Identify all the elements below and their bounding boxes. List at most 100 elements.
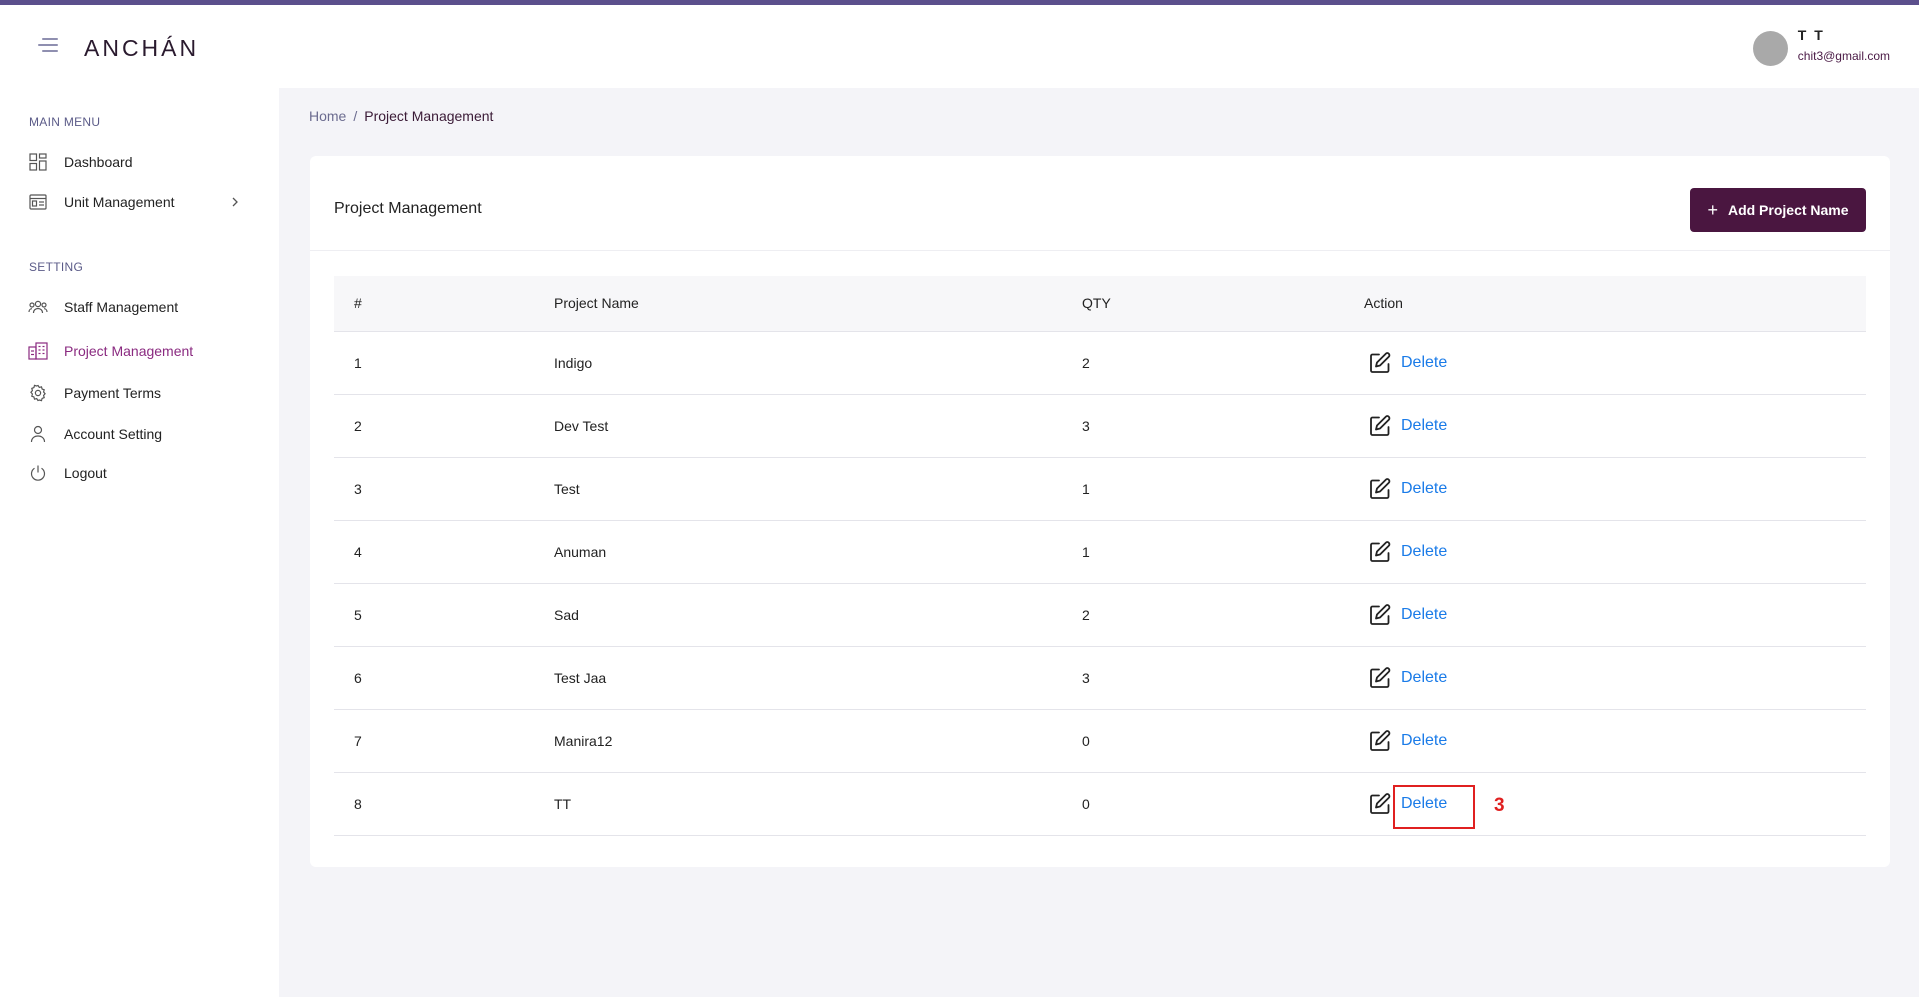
page-title: Project Management [334,200,482,217]
row-number: 7 [334,709,554,773]
project-icon [28,341,48,361]
table-header-row: # Project Name QTY Action [334,276,1866,332]
row-action: Delete 3 [1364,772,1866,836]
row-project-name: Manira12 [554,709,1082,773]
column-header-action: Action [1364,276,1866,332]
sidebar-item-label: Project Management [64,343,194,359]
unit-icon [28,192,48,212]
breadcrumb-home-link[interactable]: Home [309,108,346,124]
edit-icon[interactable] [1368,414,1392,438]
sidebar-item-staff-management[interactable]: Staff Management [28,294,253,320]
edit-icon[interactable] [1368,477,1392,501]
delete-link[interactable]: Delete [1401,543,1447,560]
row-qty: 0 [1082,709,1364,773]
row-action: Delete [1364,520,1866,584]
dashboard-icon [28,152,48,172]
column-header-project-name: Project Name [554,276,1082,332]
sidebar-item-project-management[interactable]: Project Management [28,338,253,364]
row-project-name: Anuman [554,520,1082,584]
row-action: Delete [1364,583,1866,647]
row-number: 1 [334,331,554,395]
edit-icon[interactable] [1368,792,1392,816]
user-name: T T [1797,27,1825,43]
sidebar-item-account-setting[interactable]: Account Setting [28,421,253,447]
add-project-label: Add Project Name [1727,202,1849,218]
table-row: 4 Anuman 1 Delete [334,520,1866,584]
row-qty: 0 [1082,772,1364,836]
breadcrumb: Home / Project Management [309,108,493,124]
delete-link[interactable]: Delete [1401,480,1447,497]
user-profile[interactable]: T T chit3@gmail.com [1752,25,1890,66]
row-project-name: Indigo [554,331,1082,395]
user-icon [28,424,48,444]
main-content: Home / Project Management Project Manage… [279,88,1919,997]
row-project-name: Test [554,457,1082,521]
edit-icon[interactable] [1368,729,1392,753]
hamburger-menu-icon[interactable] [38,38,60,54]
card-divider [310,250,1890,251]
delete-link[interactable]: Delete [1401,417,1447,434]
sidebar-item-unit-management[interactable]: Unit Management [28,189,253,215]
edit-icon[interactable] [1368,351,1392,375]
gear-icon [28,383,48,403]
column-header-qty: QTY [1082,276,1364,332]
row-project-name: Test Jaa [554,646,1082,710]
chevron-right-icon [227,194,243,210]
row-number: 2 [334,394,554,458]
project-card: Project Management + Add Project Name # … [310,156,1890,867]
table-row: 8 TT 0 Delete 3 [334,772,1866,836]
row-qty: 1 [1082,457,1364,521]
column-header-number: # [334,276,554,332]
row-qty: 3 [1082,394,1364,458]
sidebar-item-label: Logout [64,465,107,481]
annotation-label: 3 [1494,794,1505,816]
row-action: Delete [1364,646,1866,710]
breadcrumb-separator: / [353,108,358,124]
sidebar-item-label: Dashboard [64,154,133,170]
row-action: Delete [1364,709,1866,773]
sidebar: MAIN MENU Dashboard Unit Management SETT… [0,88,279,997]
edit-icon[interactable] [1368,603,1392,627]
row-action: Delete [1364,457,1866,521]
sidebar-item-logout[interactable]: Logout [28,460,253,486]
row-qty: 3 [1082,646,1364,710]
sidebar-item-label: Unit Management [64,194,175,210]
delete-link[interactable]: Delete [1401,795,1447,812]
staff-icon [28,297,48,317]
header: ANCHÁN T T chit3@gmail.com [0,5,1919,88]
row-project-name: Dev Test [554,394,1082,458]
breadcrumb-current: Project Management [364,108,494,124]
delete-link[interactable]: Delete [1401,669,1447,686]
row-number: 6 [334,646,554,710]
row-action: Delete [1364,331,1866,395]
sidebar-item-payment-terms[interactable]: Payment Terms [28,380,253,406]
row-number: 4 [334,520,554,584]
row-project-name: Sad [554,583,1082,647]
row-action: Delete [1364,394,1866,458]
row-qty: 2 [1082,583,1364,647]
delete-link[interactable]: Delete [1401,606,1447,623]
add-project-button[interactable]: + Add Project Name [1690,188,1866,232]
edit-icon[interactable] [1368,540,1392,564]
row-qty: 1 [1082,520,1364,584]
avatar[interactable] [1752,31,1788,66]
user-email: chit3@gmail.com [1797,49,1890,63]
plus-icon: + [1707,199,1718,220]
table-row: 1 Indigo 2 Delete [334,331,1866,395]
table-row: 2 Dev Test 3 Delete [334,394,1866,458]
logo[interactable]: ANCHÁN [84,35,199,62]
table-row: 3 Test 1 Delete [334,457,1866,521]
sidebar-item-dashboard[interactable]: Dashboard [28,149,253,175]
delete-link[interactable]: Delete [1401,732,1447,749]
row-project-name: TT [554,772,1082,836]
power-icon [28,463,48,483]
sidebar-item-label: Account Setting [64,426,163,442]
row-number: 3 [334,457,554,521]
table-row: 6 Test Jaa 3 Delete [334,646,1866,710]
edit-icon[interactable] [1368,666,1392,690]
row-qty: 2 [1082,331,1364,395]
delete-link[interactable]: Delete [1401,354,1447,371]
row-number: 8 [334,772,554,836]
row-number: 5 [334,583,554,647]
table-row: 7 Manira12 0 Delete [334,709,1866,773]
